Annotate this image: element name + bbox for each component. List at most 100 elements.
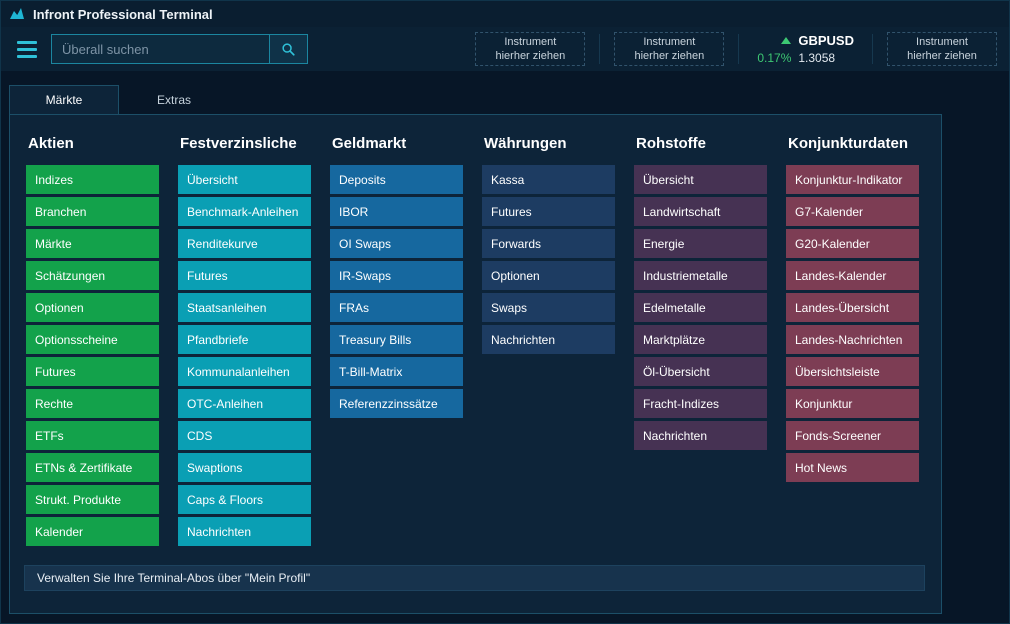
menu-item-branchen[interactable]: Branchen bbox=[26, 197, 159, 226]
instrument-dropzone-2[interactable]: Instrument hierher ziehen bbox=[614, 32, 724, 66]
quote-widget[interactable]: GBPUSD 0.17% 1.3058 bbox=[753, 33, 858, 65]
menu-item-kassa[interactable]: Kassa bbox=[482, 165, 615, 194]
menu-column: Rohstoffe Übersicht Landwirtschaft Energie… bbox=[634, 129, 767, 546]
menu-item-edelmetalle[interactable]: Edelmetalle bbox=[634, 293, 767, 322]
menu-column: Aktien IndizesBranchenMärkteSchätzungenO… bbox=[26, 129, 159, 546]
instrument-dropzone-3[interactable]: Instrument hierher ziehen bbox=[887, 32, 997, 66]
menu-item-industriemetalle[interactable]: Industriemetalle bbox=[634, 261, 767, 290]
quote-price: 1.3058 bbox=[798, 51, 854, 65]
menu-item-swaptions[interactable]: Swaptions bbox=[178, 453, 311, 482]
menu-item-etfs[interactable]: ETFs bbox=[26, 421, 159, 450]
menu-item-swaps[interactable]: Swaps bbox=[482, 293, 615, 322]
menu-item-g7-kalender[interactable]: G7-Kalender bbox=[786, 197, 919, 226]
dropzone-label-line2: hierher ziehen bbox=[907, 49, 977, 63]
menu-button[interactable] bbox=[11, 33, 45, 65]
menu-column: Festverzinsliche Übersicht Benchmark-Anle… bbox=[178, 129, 311, 546]
menu-item-deposits[interactable]: Deposits bbox=[330, 165, 463, 194]
menu-item-etns-zertifikate[interactable]: ETNs & Zertifikate bbox=[26, 453, 159, 482]
column-items: Indizes Branchen Märkte Schätzungen Optionen… bbox=[26, 165, 159, 546]
quote-symbol: GBPUSD bbox=[798, 33, 854, 48]
menu-item-energie[interactable]: Energie bbox=[634, 229, 767, 258]
menu-item-strukt-produkte[interactable]: Strukt. Produkte bbox=[26, 485, 159, 514]
column-header: Geldmarkt bbox=[332, 135, 463, 152]
search-input[interactable] bbox=[52, 35, 269, 63]
menu-item-renditekurve[interactable]: Renditekurve bbox=[178, 229, 311, 258]
column-header: Rohstoffe bbox=[636, 135, 767, 152]
search-box bbox=[51, 34, 308, 64]
menu-item-futures[interactable]: Futures bbox=[482, 197, 615, 226]
menu-item-referenzzinssätze[interactable]: Referenzzinssätze bbox=[330, 389, 463, 418]
menu-item-märkte[interactable]: Märkte bbox=[26, 229, 159, 258]
toolbar: Instrument hierher ziehen Instrument hie… bbox=[1, 27, 1009, 71]
menu-item-ibor[interactable]: IBOR bbox=[330, 197, 463, 226]
dropzone-label-line1: Instrument bbox=[504, 35, 556, 49]
tab-extras[interactable]: Extras bbox=[119, 85, 229, 114]
infront-terminal-window: Infront Professional Terminal Instrument… bbox=[0, 0, 1010, 624]
menu-item-optionen[interactable]: Optionen bbox=[482, 261, 615, 290]
column-header: Währungen bbox=[484, 135, 615, 152]
menu-column: Geldmarkt Deposits IBOR OI Swaps IR-Swaps FR… bbox=[330, 129, 463, 546]
menu-item-futures[interactable]: Futures bbox=[26, 357, 159, 386]
menu-columns: Aktien IndizesBranchenMärkteSchätzungenO… bbox=[10, 115, 941, 546]
menu-item-futures[interactable]: Futures bbox=[178, 261, 311, 290]
menu-item-nachrichten[interactable]: Nachrichten bbox=[482, 325, 615, 354]
menu-item-caps-floors[interactable]: Caps & Floors bbox=[178, 485, 311, 514]
menu-item-t-bill-matrix[interactable]: T-Bill-Matrix bbox=[330, 357, 463, 386]
menu-item-kommunalanleihen[interactable]: Kommunalanleihen bbox=[178, 357, 311, 386]
tab-bar: Märkte Extras bbox=[9, 85, 1009, 114]
menu-item-pfandbriefe[interactable]: Pfandbriefe bbox=[178, 325, 311, 354]
menu-item-übersicht[interactable]: Übersicht bbox=[634, 165, 767, 194]
menu-item-nachrichten[interactable]: Nachrichten bbox=[178, 517, 311, 546]
column-header: Konjunkturdaten bbox=[788, 135, 919, 152]
menu-item-fras[interactable]: FRAs bbox=[330, 293, 463, 322]
dropzone-label-line1: Instrument bbox=[643, 35, 695, 49]
menu-item-treasury-bills[interactable]: Treasury Bills bbox=[330, 325, 463, 354]
column-items: Konjunktur-Indikator G7-Kalender G20-Kalen… bbox=[786, 165, 919, 482]
title-bar: Infront Professional Terminal bbox=[1, 1, 1009, 27]
search-button[interactable] bbox=[269, 35, 307, 63]
menu-item-otc-anleihen[interactable]: OTC-Anleihen bbox=[178, 389, 311, 418]
menu-item-übersichtsleiste[interactable]: Übersichtsleiste bbox=[786, 357, 919, 386]
menu-item-optionen[interactable]: Optionen bbox=[26, 293, 159, 322]
menu-item-rechte[interactable]: Rechte bbox=[26, 389, 159, 418]
column-items: Übersicht Landwirtschaft Energie Industriem… bbox=[634, 165, 767, 450]
menu-item-übersicht[interactable]: Übersicht bbox=[178, 165, 311, 194]
menu-item-landes-übersicht[interactable]: Landes-Übersicht bbox=[786, 293, 919, 322]
instrument-dropzone-1[interactable]: Instrument hierher ziehen bbox=[475, 32, 585, 66]
tab-maerkte[interactable]: Märkte bbox=[9, 85, 119, 114]
menu-item-kalender[interactable]: Kalender bbox=[26, 517, 159, 546]
menu-item-cds[interactable]: CDS bbox=[178, 421, 311, 450]
menu-item-landes-nachrichten[interactable]: Landes-Nachrichten bbox=[786, 325, 919, 354]
dropzone-label-line2: hierher ziehen bbox=[634, 49, 704, 63]
menu-item-landwirtschaft[interactable]: Landwirtschaft bbox=[634, 197, 767, 226]
menu-item-öl-übersicht[interactable]: Öl-Übersicht bbox=[634, 357, 767, 386]
menu-item-g20-kalender[interactable]: G20-Kalender bbox=[786, 229, 919, 258]
menu-item-landes-kalender[interactable]: Landes-Kalender bbox=[786, 261, 919, 290]
menu-item-fracht-indizes[interactable]: Fracht-Indizes bbox=[634, 389, 767, 418]
toolbar-widgets: Instrument hierher ziehen Instrument hie… bbox=[475, 32, 997, 66]
column-items: Deposits IBOR OI Swaps IR-Swaps FRAs Treasury… bbox=[330, 165, 463, 418]
up-triangle-icon bbox=[781, 37, 791, 44]
toolbar-separator bbox=[738, 34, 739, 64]
menu-item-benchmark-anleihen[interactable]: Benchmark-Anleihen bbox=[178, 197, 311, 226]
menu-item-oi-swaps[interactable]: OI Swaps bbox=[330, 229, 463, 258]
menu-item-hot-news[interactable]: Hot News bbox=[786, 453, 919, 482]
menu-item-marktplätze[interactable]: Marktplätze bbox=[634, 325, 767, 354]
menu-item-staatsanleihen[interactable]: Staatsanleihen bbox=[178, 293, 311, 322]
dropzone-label-line2: hierher ziehen bbox=[495, 49, 565, 63]
menu-item-indizes[interactable]: Indizes bbox=[26, 165, 159, 194]
menu-item-nachrichten[interactable]: Nachrichten bbox=[634, 421, 767, 450]
column-header: Festverzinsliche bbox=[180, 135, 311, 152]
menu-item-konjunktur-indikator[interactable]: Konjunktur-Indikator bbox=[786, 165, 919, 194]
menu-item-fonds-screener[interactable]: Fonds-Screener bbox=[786, 421, 919, 450]
column-items: Übersicht Benchmark-Anleihen Renditekurve F… bbox=[178, 165, 311, 546]
menu-item-schätzungen[interactable]: Schätzungen bbox=[26, 261, 159, 290]
infront-logo-icon bbox=[9, 6, 25, 22]
menu-item-ir-swaps[interactable]: IR-Swaps bbox=[330, 261, 463, 290]
menu-item-forwards[interactable]: Forwards bbox=[482, 229, 615, 258]
menu-column: Währungen Kassa Futures Forwards Optionen Sw… bbox=[482, 129, 615, 546]
menu-column: Konjunkturdaten Konjunktur-Indikator G7-K… bbox=[786, 129, 919, 546]
subscription-notice: Verwalten Sie Ihre Terminal-Abos über "M… bbox=[24, 565, 925, 591]
menu-item-konjunktur[interactable]: Konjunktur bbox=[786, 389, 919, 418]
menu-item-optionsscheine[interactable]: Optionsscheine bbox=[26, 325, 159, 354]
